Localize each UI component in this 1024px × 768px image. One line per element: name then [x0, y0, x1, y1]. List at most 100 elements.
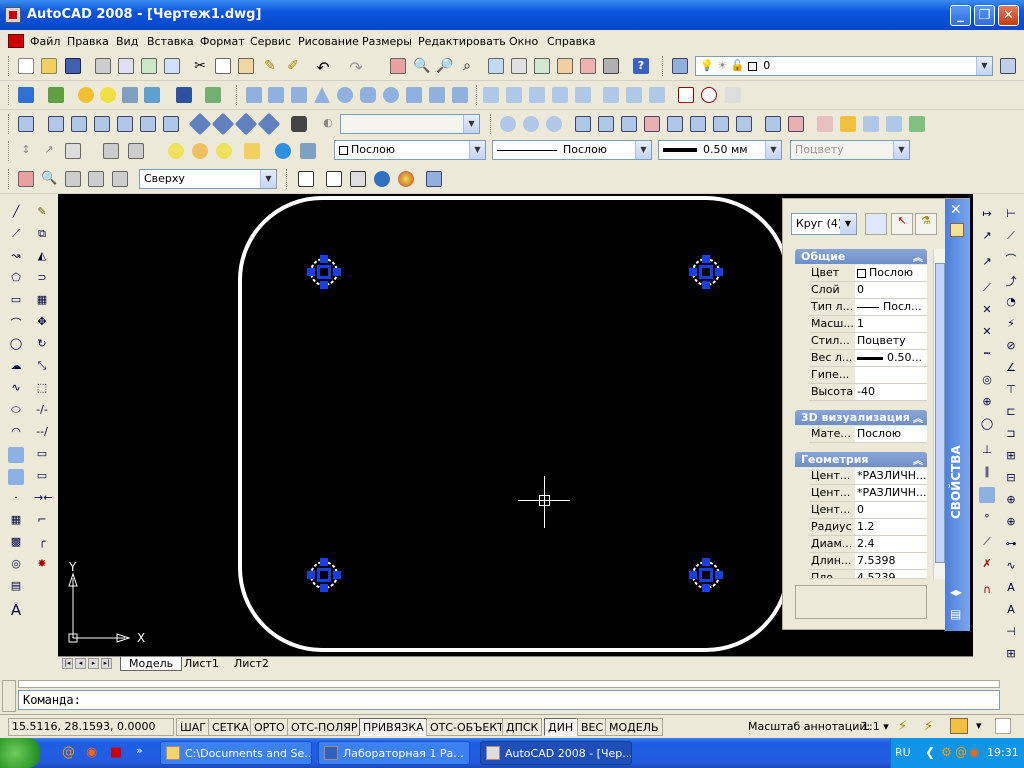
polyline-icon[interactable]: ↝: [8, 249, 24, 265]
prop-row-circumference[interactable]: Длин... 7.5398: [809, 553, 927, 570]
browser-icon[interactable]: @: [62, 745, 75, 760]
match-properties-icon[interactable]: ✎: [262, 58, 278, 74]
rectangle-icon[interactable]: ▭: [8, 293, 24, 309]
delete-faces-icon[interactable]: [644, 116, 660, 132]
prop-row-layer[interactable]: Слой 0: [809, 282, 927, 299]
stretch-icon[interactable]: ⬚: [34, 381, 50, 397]
quick-dim-icon[interactable]: ⊤: [1003, 383, 1019, 399]
zoom-window-icon[interactable]: 🔎: [436, 58, 453, 74]
revolve-icon[interactable]: [552, 87, 568, 103]
properties-scrollbar[interactable]: [933, 249, 945, 579]
dim-edit-icon[interactable]: A: [1003, 581, 1019, 597]
clean-screen-icon[interactable]: [995, 718, 1011, 734]
cross-icon[interactable]: ✕: [979, 303, 995, 319]
free-orbit-icon[interactable]: [88, 171, 104, 187]
light-list-icon[interactable]: [244, 143, 260, 159]
dyn-toggle[interactable]: ДИН: [544, 718, 578, 736]
last-tab-button[interactable]: ▸|: [101, 658, 112, 669]
plot-preview-icon[interactable]: [118, 58, 134, 74]
parallel-icon[interactable]: ∥: [979, 465, 995, 481]
layer-previous-icon[interactable]: [1000, 58, 1016, 74]
offset-faces-icon[interactable]: [621, 116, 637, 132]
menu-dimension[interactable]: Размеры: [362, 35, 412, 48]
continuous-orbit-icon[interactable]: [112, 171, 128, 187]
join-icon[interactable]: →←: [34, 491, 52, 507]
linear-dim-icon[interactable]: ⊢: [1003, 207, 1019, 223]
block-editor-icon[interactable]: ✐: [285, 58, 301, 74]
table-icon[interactable]: ▤: [8, 579, 24, 595]
clock[interactable]: 19:31: [987, 746, 1019, 759]
ellipse-arc-icon[interactable]: ◠: [8, 425, 24, 441]
copy-edges-icon[interactable]: [765, 116, 781, 132]
break-icon[interactable]: ▭: [34, 469, 50, 485]
jogged-dim-icon[interactable]: ⚡: [1003, 317, 1019, 333]
osnap-settings-icon[interactable]: ∩: [979, 583, 995, 599]
diameter-dim-icon[interactable]: ⊘: [1003, 339, 1019, 355]
polar-toggle[interactable]: ОТС-ПОЛЯР: [287, 718, 362, 736]
front-view-icon[interactable]: [140, 116, 156, 132]
3d-dwf-icon[interactable]: [164, 58, 180, 74]
walk-icon[interactable]: [103, 143, 119, 159]
pan-realtime-icon[interactable]: [390, 58, 406, 74]
tab-model[interactable]: Модель: [120, 657, 183, 671]
publish-icon[interactable]: [141, 58, 157, 74]
prop-row-diameter[interactable]: Диам... 2.4: [809, 536, 927, 553]
conceptual-icon[interactable]: [398, 171, 414, 187]
prop-row-lineweight[interactable]: Вес л... 0.50...: [809, 350, 927, 367]
selected-circle-grip[interactable]: [688, 254, 724, 290]
grid-toggle[interactable]: СЕТКА: [208, 718, 253, 736]
x-icon[interactable]: ✕: [979, 325, 995, 341]
dim-style-control-icon[interactable]: ⊞: [1003, 647, 1019, 663]
radius-dim-icon[interactable]: ◔: [1003, 295, 1019, 311]
close-button[interactable]: ✕: [998, 5, 1019, 26]
union-icon[interactable]: [603, 87, 619, 103]
dim-text-edit-icon[interactable]: A: [1003, 603, 1019, 619]
sphere-icon[interactable]: [337, 87, 353, 103]
prop-row-linetype[interactable]: Тип л... Посл...: [809, 299, 927, 316]
prop-row-hyperlink[interactable]: Гипе...: [809, 367, 927, 384]
box-icon[interactable]: [246, 87, 262, 103]
plotstyle-combo[interactable]: Поцвету ▼: [790, 140, 910, 160]
tray-expand-icon[interactable]: ❮: [925, 745, 935, 759]
menu-edit[interactable]: Правка: [67, 35, 109, 48]
se-iso-icon[interactable]: [211, 112, 235, 136]
fillet-icon[interactable]: ╭: [34, 535, 50, 551]
presspull-icon[interactable]: [506, 87, 522, 103]
clean-icon[interactable]: [840, 116, 856, 132]
nw-iso-icon[interactable]: [257, 112, 281, 136]
3d-rotate-icon[interactable]: [701, 87, 717, 103]
separate-icon[interactable]: [863, 116, 879, 132]
redo-icon[interactable]: ↷: [348, 58, 364, 77]
geometry-section-header[interactable]: Геометрия ︽: [795, 452, 927, 467]
dim-update-icon[interactable]: ⊣: [1003, 625, 1019, 641]
markup-icon[interactable]: [580, 58, 596, 74]
lock-icon[interactable]: [950, 718, 968, 734]
3d-align-icon[interactable]: [725, 87, 741, 103]
taper-faces-icon[interactable]: [690, 116, 706, 132]
lwt-toggle[interactable]: ВЕС: [577, 718, 608, 736]
palette-menu-icon[interactable]: ▤: [950, 607, 961, 621]
dim-break-icon[interactable]: ⊟: [1003, 471, 1019, 487]
zoom-icon[interactable]: 🔍: [41, 171, 57, 187]
named-view-combo[interactable]: ▼: [340, 114, 480, 134]
arc-icon[interactable]: ⌒: [8, 315, 24, 331]
polygon-icon[interactable]: ⬠: [8, 271, 24, 287]
render-window-icon[interactable]: [176, 87, 192, 103]
extend-icon[interactable]: --/: [34, 425, 50, 441]
prop-row-color[interactable]: Цвет Послою: [809, 265, 927, 282]
menu-help[interactable]: Справка: [547, 35, 595, 48]
auto-hide-icon[interactable]: ◂▸: [950, 585, 962, 599]
help-icon[interactable]: ?: [633, 58, 649, 74]
circle-icon[interactable]: ◯: [8, 337, 24, 353]
cylinder-icon[interactable]: [360, 87, 376, 103]
prev-tab-button[interactable]: ◂: [75, 658, 86, 669]
node-icon[interactable]: ∘: [979, 509, 995, 525]
extrude-faces-icon[interactable]: [575, 116, 591, 132]
point-light-icon[interactable]: [168, 143, 184, 159]
save-icon[interactable]: [65, 58, 81, 74]
chamfer-icon[interactable]: ⌐: [34, 513, 50, 529]
array-icon[interactable]: ▦: [34, 293, 50, 309]
shell-icon[interactable]: [886, 116, 902, 132]
materials-icon[interactable]: [144, 87, 160, 103]
document-icon[interactable]: [8, 34, 24, 48]
